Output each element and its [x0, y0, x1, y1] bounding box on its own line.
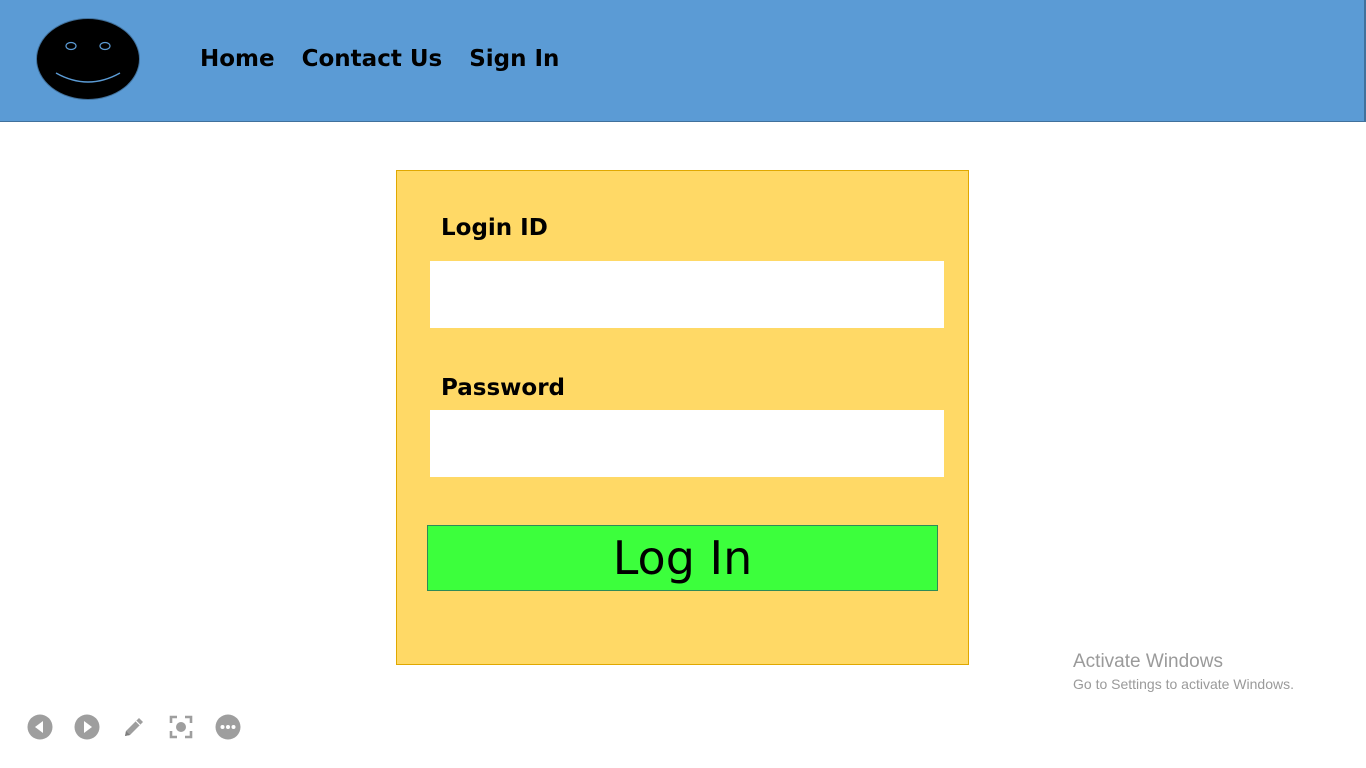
nav-home-link[interactable]: Home [200, 46, 275, 72]
login-id-label: Login ID [441, 215, 548, 241]
watermark-title: Activate Windows [1073, 651, 1223, 672]
password-label: Password [441, 375, 565, 401]
next-icon[interactable] [74, 714, 100, 740]
watermark-subtitle: Go to Settings to activate Windows. [1073, 676, 1294, 692]
activation-watermark: Activate Windows Go to Settings to activ… [1073, 651, 1294, 695]
header-bar: Home Contact Us Sign In [0, 0, 1366, 122]
focus-icon[interactable] [168, 714, 194, 740]
nav-contact-link[interactable]: Contact Us [302, 46, 443, 72]
smiley-logo-icon[interactable] [36, 18, 140, 100]
main-nav: Home Contact Us Sign In [200, 46, 559, 72]
login-id-input[interactable] [430, 261, 944, 328]
login-button[interactable]: Log In [427, 525, 938, 591]
more-icon[interactable] [215, 714, 241, 740]
nav-signin-link[interactable]: Sign In [469, 46, 559, 72]
password-input[interactable] [430, 410, 944, 477]
page: Home Contact Us Sign In Login ID Passwor… [0, 0, 1366, 768]
previous-icon[interactable] [27, 714, 53, 740]
pen-icon[interactable] [121, 714, 147, 740]
login-panel: Login ID Password Log In [396, 170, 969, 665]
presentation-toolbar [27, 714, 241, 740]
